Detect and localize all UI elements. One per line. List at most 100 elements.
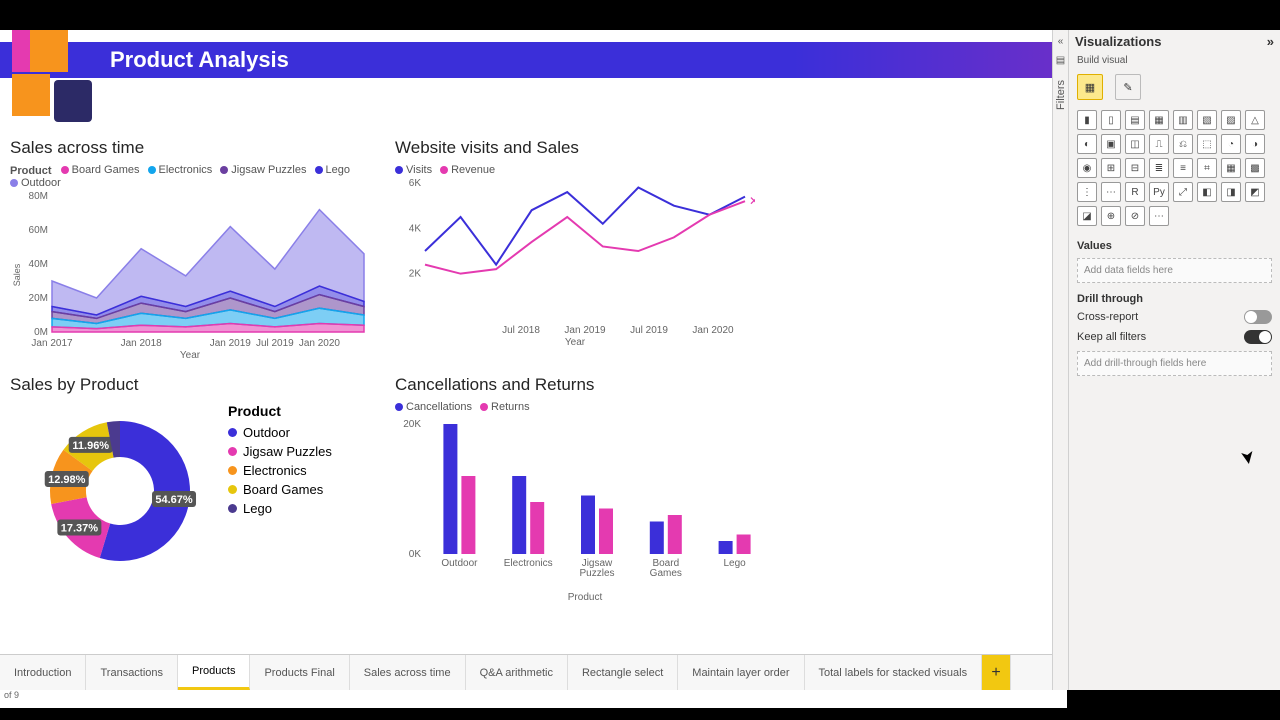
viz-type-button[interactable]: ⤢	[1173, 182, 1193, 202]
legend-item[interactable]: Lego	[228, 501, 332, 516]
viz-type-button[interactable]: ◐	[1077, 134, 1097, 154]
viz-type-button[interactable]: ▦	[1221, 158, 1241, 178]
page-tab[interactable]: Rectangle select	[568, 655, 678, 690]
visualization-type-grid: ▮▯▤▦▥▧▨△◐▣◫⎍⎌⬚◔◑◉⊞⊟≣≡⌗▦▩⋮⋯RPy⤢◧◨◩◪⊕⊘⋯	[1069, 110, 1280, 234]
expand-icon[interactable]: »	[1267, 34, 1274, 49]
viz-type-button[interactable]: ⬚	[1197, 134, 1217, 154]
viz-type-button[interactable]: ◫	[1125, 134, 1145, 154]
viz-type-button[interactable]: ⋯	[1101, 182, 1121, 202]
viz-type-button[interactable]: ⊘	[1125, 206, 1145, 226]
filter-icon[interactable]: ▤	[1056, 55, 1065, 66]
viz-type-button[interactable]: ⊟	[1125, 158, 1145, 178]
viz-type-button[interactable]: ⊕	[1101, 206, 1121, 226]
values-section-label: Values	[1069, 234, 1280, 254]
svg-text:Year: Year	[565, 337, 586, 347]
page-title-banner: Product Analysis	[0, 42, 1059, 78]
legend-item[interactable]: Jigsaw Puzzles	[228, 444, 332, 459]
viz-type-button[interactable]: ◧	[1197, 182, 1217, 202]
page-tab[interactable]: Q&A arithmetic	[466, 655, 568, 690]
viz-type-button[interactable]: ◪	[1077, 206, 1097, 226]
viz-type-button[interactable]: ▧	[1197, 110, 1217, 130]
viz-type-button[interactable]: ▣	[1101, 134, 1121, 154]
svg-text:Puzzles: Puzzles	[579, 568, 614, 579]
viz-type-button[interactable]: ▯	[1101, 110, 1121, 130]
page-tab[interactable]: Sales across time	[350, 655, 466, 690]
viz-type-button[interactable]: ▤	[1125, 110, 1145, 130]
svg-text:12.98%: 12.98%	[48, 474, 86, 486]
viz-type-button[interactable]: ▩	[1245, 158, 1265, 178]
svg-text:Sales: Sales	[12, 263, 22, 286]
chart1-area-chart[interactable]: 0M20M40M60M80MJan 2017Jan 2018Jan 2019Ju…	[10, 190, 370, 360]
chart3-donut-chart[interactable]: 54.67%17.37%12.98%11.96%	[10, 403, 210, 573]
keep-filters-toggle[interactable]	[1244, 330, 1272, 344]
page-tab[interactable]: Products	[178, 655, 250, 690]
viz-type-button[interactable]: ◑	[1245, 134, 1265, 154]
viz-type-button[interactable]: ▦	[1149, 110, 1169, 130]
svg-text:17.37%: 17.37%	[61, 522, 99, 534]
drillthrough-field-well[interactable]: Add drill-through fields here	[1077, 351, 1272, 376]
viz-type-button[interactable]: ⎍	[1149, 134, 1169, 154]
add-page-button[interactable]: +	[982, 655, 1011, 690]
legend-item[interactable]: Electronics	[148, 164, 213, 176]
svg-text:Jul 2019: Jul 2019	[256, 338, 294, 349]
chart4-bar-chart[interactable]: 0K20KOutdoorElectronicsJigsawPuzzlesBoar…	[395, 414, 775, 604]
values-field-well[interactable]: Add data fields here	[1077, 258, 1272, 283]
svg-text:Jan 2020: Jan 2020	[692, 325, 734, 336]
viz-type-button[interactable]: ▥	[1173, 110, 1193, 130]
svg-text:Jan 2020: Jan 2020	[299, 338, 341, 349]
viz-type-button[interactable]: ◩	[1245, 182, 1265, 202]
svg-text:80M: 80M	[29, 191, 48, 202]
svg-text:Year: Year	[180, 350, 201, 360]
legend-item[interactable]: Board Games	[61, 164, 140, 176]
legend-item[interactable]: Cancellations	[395, 401, 472, 413]
chart1-legend: Product Board GamesElectronicsJigsaw Puz…	[10, 164, 380, 190]
viz-type-button[interactable]: △	[1245, 110, 1265, 130]
page-tab[interactable]: Transactions	[86, 655, 178, 690]
visualizations-title: Visualizations	[1075, 34, 1161, 49]
chart2-line-chart[interactable]: 2K4K6KJul 2018Jan 2019Jul 2019Jan 2020Ye…	[395, 177, 755, 347]
viz-type-button[interactable]: ⋮	[1077, 182, 1097, 202]
format-visual-mode-button[interactable]: ✎	[1115, 74, 1141, 100]
viz-type-button[interactable]: ▮	[1077, 110, 1097, 130]
legend-item[interactable]: Visits	[395, 164, 432, 176]
viz-type-button[interactable]: ◨	[1221, 182, 1241, 202]
page-tab[interactable]: Introduction	[0, 655, 86, 690]
cross-report-toggle[interactable]	[1244, 310, 1272, 324]
legend-item[interactable]: Revenue	[440, 164, 495, 176]
filters-pane-collapsed[interactable]: « ▤ Filters	[1052, 30, 1068, 690]
svg-text:60M: 60M	[29, 225, 48, 236]
filters-label: Filters	[1055, 80, 1067, 110]
chart2-legend: Visits Revenue	[395, 164, 765, 177]
viz-type-button[interactable]: ▨	[1221, 110, 1241, 130]
page-tab[interactable]: Maintain layer order	[678, 655, 804, 690]
legend-item[interactable]: Outdoor	[10, 177, 61, 189]
chart4-legend: Cancellations Returns	[395, 401, 775, 414]
chart3-title: Sales by Product	[10, 375, 380, 395]
page-tab[interactable]: Total labels for stacked visuals	[805, 655, 983, 690]
svg-text:20M: 20M	[29, 293, 48, 304]
legend-item[interactable]: Board Games	[228, 482, 332, 497]
svg-text:Jan 2017: Jan 2017	[31, 338, 73, 349]
viz-type-button[interactable]: R	[1125, 182, 1145, 202]
viz-type-button[interactable]: ⋯	[1149, 206, 1169, 226]
legend-item[interactable]: Electronics	[228, 463, 332, 478]
viz-type-button[interactable]: ⎌	[1173, 134, 1193, 154]
viz-type-button[interactable]: ⊞	[1101, 158, 1121, 178]
legend-item[interactable]: Outdoor	[228, 425, 332, 440]
viz-type-button[interactable]: ⌗	[1197, 158, 1217, 178]
collapse-icon[interactable]: «	[1058, 36, 1064, 47]
legend-item[interactable]: Lego	[315, 164, 350, 176]
page-tabs: IntroductionTransactionsProductsProducts…	[0, 654, 1067, 690]
viz-type-button[interactable]: ◔	[1221, 134, 1241, 154]
build-visual-mode-button[interactable]: ▦	[1077, 74, 1103, 100]
svg-text:Jan 2019: Jan 2019	[564, 325, 606, 336]
viz-type-button[interactable]: ◉	[1077, 158, 1097, 178]
viz-type-button[interactable]: Py	[1149, 182, 1169, 202]
page-tab[interactable]: Products Final	[250, 655, 349, 690]
viz-type-button[interactable]: ≡	[1173, 158, 1193, 178]
svg-text:40M: 40M	[29, 259, 48, 270]
keep-filters-label: Keep all filters	[1077, 331, 1146, 343]
legend-item[interactable]: Returns	[480, 401, 530, 413]
viz-type-button[interactable]: ≣	[1149, 158, 1169, 178]
legend-item[interactable]: Jigsaw Puzzles	[220, 164, 306, 176]
